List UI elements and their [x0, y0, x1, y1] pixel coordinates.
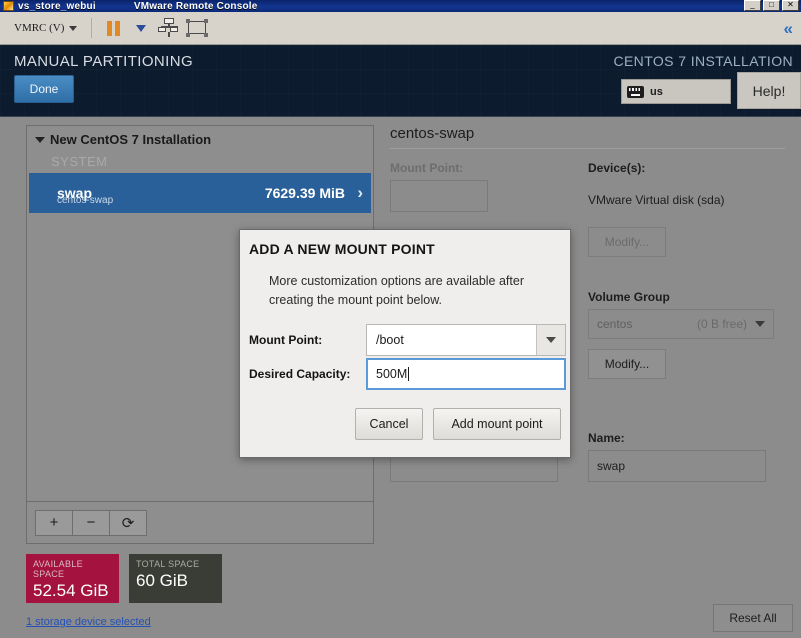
total-space-label: TOTAL SPACE: [136, 559, 200, 569]
devices-label: Device(s):: [588, 161, 646, 175]
fullscreen-button[interactable]: [184, 16, 210, 40]
text-caret: [408, 367, 410, 381]
chevron-down-icon: [755, 321, 765, 327]
chevron-right-icon: ›: [357, 183, 363, 202]
mount-point-input[interactable]: [390, 180, 488, 212]
dialog-capacity-label: Desired Capacity:: [249, 367, 351, 381]
done-button[interactable]: Done: [14, 75, 74, 103]
power-dropdown-button[interactable]: [128, 16, 154, 40]
storage-device-link[interactable]: 1 storage device selected: [26, 616, 151, 628]
total-space-card: TOTAL SPACE 60 GiB: [129, 554, 222, 603]
reset-all-button[interactable]: Reset All: [713, 604, 793, 632]
minimize-icon: _: [750, 0, 755, 9]
maximize-icon: □: [769, 0, 774, 9]
name-label: Name:: [588, 431, 625, 445]
dialog-capacity-input[interactable]: 500M: [366, 358, 566, 390]
partition-group-label: New CentOS 7 Installation: [50, 132, 212, 147]
chevron-down-icon: [136, 24, 147, 32]
app-icon: [3, 1, 14, 11]
dialog-mount-point-dropdown-button[interactable]: [536, 325, 565, 355]
dialog-capacity-row: Desired Capacity: 500M: [249, 358, 566, 390]
add-mount-point-dialog: ADD A NEW MOUNT POINT More customization…: [239, 229, 571, 458]
toolbar-divider: [91, 18, 93, 38]
volume-group-free: (0 B free): [696, 317, 747, 331]
collapse-toolbar-icon[interactable]: «: [784, 20, 793, 37]
total-space-value: 60 GiB: [136, 571, 188, 590]
chevron-down-icon: [546, 337, 556, 343]
remove-partition-button[interactable]: −: [72, 509, 110, 536]
available-space-label: AVAILABLE SPACE: [33, 559, 83, 579]
available-space-value: 52.54 GiB: [33, 581, 109, 600]
fullscreen-icon: [186, 19, 209, 37]
partition-section-label: SYSTEM: [51, 154, 108, 169]
volume-group-label: Volume Group: [588, 290, 670, 304]
dialog-add-mount-point-button[interactable]: Add mount point: [433, 408, 561, 440]
app-root: vs_store_webui VMware Remote Console _ □…: [0, 0, 801, 638]
partition-device: centos-swap: [57, 195, 114, 206]
add-partition-button[interactable]: +: [35, 509, 73, 536]
partition-size: 7629.39 MiB: [264, 185, 345, 201]
volume-group-modify-button[interactable]: Modify...: [588, 349, 666, 379]
page-title: MANUAL PARTITIONING: [14, 53, 194, 70]
window-title-app: VMware Remote Console: [133, 0, 258, 12]
partition-row-swap[interactable]: swap centos-swap 7629.39 MiB ›: [29, 173, 371, 213]
maximize-button[interactable]: □: [763, 0, 780, 11]
vmrc-toolbar: VMRC (V) «: [0, 12, 801, 45]
vmrc-menu-label: VMRC (V): [14, 22, 65, 34]
available-space-card: AVAILABLE SPACE 52.54 GiB: [26, 554, 119, 603]
product-title: CENTOS 7 INSTALLATION: [613, 53, 793, 69]
dialog-buttons: Cancel Add mount point: [355, 408, 561, 440]
vmrc-menu-button[interactable]: VMRC (V): [8, 19, 83, 37]
device-modify-button[interactable]: Modify...: [588, 227, 666, 257]
network-topology-icon: [158, 18, 180, 38]
dialog-mount-point-label: Mount Point:: [249, 333, 323, 347]
close-button[interactable]: ✕: [782, 0, 799, 11]
partition-list-toolbar: + − ⟳: [26, 502, 374, 544]
network-button[interactable]: [156, 16, 182, 40]
close-icon: ✕: [787, 0, 794, 9]
pause-button[interactable]: [100, 16, 126, 40]
dialog-capacity-value: 500M: [376, 367, 408, 381]
window-controls: _ □ ✕: [744, 0, 799, 11]
dialog-mount-point-row: Mount Point: /boot: [249, 324, 566, 356]
refresh-partitions-button[interactable]: ⟳: [109, 509, 147, 536]
space-summary: AVAILABLE SPACE 52.54 GiB TOTAL SPACE 60…: [26, 554, 374, 603]
dialog-title: ADD A NEW MOUNT POINT: [249, 241, 435, 257]
dialog-cancel-button[interactable]: Cancel: [355, 408, 423, 440]
minimize-button[interactable]: _: [744, 0, 761, 11]
window-titlebar: vs_store_webui VMware Remote Console _ □…: [0, 0, 801, 12]
details-column-right: Device(s): VMware Virtual disk (sda) Mod…: [588, 161, 785, 379]
partition-group-header[interactable]: New CentOS 7 Installation: [27, 126, 373, 149]
triangle-down-icon: [35, 136, 45, 143]
volume-group-value: centos: [597, 317, 633, 331]
details-divider: [390, 148, 785, 149]
window-title-vm: vs_store_webui: [18, 0, 96, 12]
name-input[interactable]: swap: [588, 450, 766, 482]
details-title: centos-swap: [390, 125, 475, 142]
help-button[interactable]: Help!: [737, 72, 801, 109]
volume-group-select[interactable]: centos (0 B free): [588, 309, 774, 339]
keyboard-icon: [627, 85, 644, 98]
chevron-down-icon: [69, 25, 78, 31]
device-name: VMware Virtual disk (sda): [588, 193, 725, 207]
dialog-mount-point-value: /boot: [376, 333, 404, 347]
mount-point-label: Mount Point:: [390, 161, 464, 175]
dialog-mount-point-combo[interactable]: /boot: [366, 324, 566, 356]
keyboard-layout-indicator[interactable]: us: [621, 79, 731, 104]
keyboard-layout-label: us: [650, 85, 663, 98]
dialog-description: More customization options are available…: [269, 274, 524, 307]
pause-icon: [106, 20, 120, 36]
name-field-group: Name: swap: [588, 431, 785, 482]
